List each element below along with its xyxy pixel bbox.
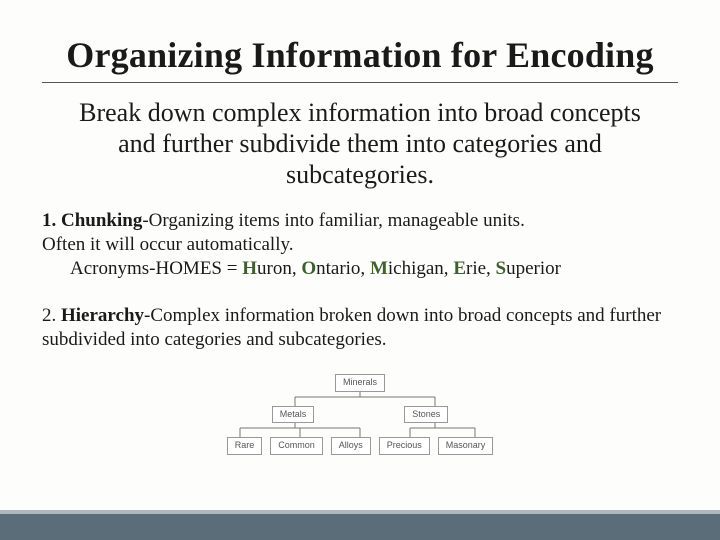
slide-title: Organizing Information for Encoding (42, 34, 678, 83)
diagram-leaf: Precious (379, 437, 430, 455)
diagram-root: Minerals (335, 374, 385, 392)
item-term: Chunking (61, 210, 142, 231)
diagram-leaf: Common (270, 437, 323, 455)
lake-superior: uperior (506, 258, 561, 279)
diagram-leaf: Masonary (438, 437, 494, 455)
item-term: Hierarchy (61, 305, 144, 326)
diagram-connector (210, 423, 510, 437)
lake-m: M (370, 258, 388, 279)
slide-body: 1. Chunking-Organizing items into famili… (42, 209, 678, 455)
item-number: 1. (42, 210, 56, 231)
item-def: -Organizing items into familiar, managea… (142, 210, 524, 231)
lake-o: O (301, 258, 316, 279)
lake-erie: rie, (466, 258, 496, 279)
diagram-leaf: Rare (227, 437, 263, 455)
diagram-connector (210, 392, 510, 406)
slide-subtitle: Break down complex information into broa… (66, 97, 654, 191)
acronym-label: Acronyms-HOMES = (70, 258, 242, 279)
slide: Organizing Information for Encoding Brea… (0, 0, 720, 540)
lake-s: S (496, 258, 507, 279)
item-hierarchy: 2. Hierarchy-Complex information broken … (42, 304, 678, 353)
acronym-line: Acronyms-HOMES = Huron, Ontario, Michiga… (70, 258, 561, 279)
lake-h: H (242, 258, 257, 279)
item-number: 2. (42, 305, 56, 326)
decorative-footer-band (0, 510, 720, 540)
item-chunking: 1. Chunking-Organizing items into famili… (42, 209, 678, 282)
item-line2: Often it will occur automatically. (42, 234, 294, 255)
lake-huron: uron, (257, 258, 301, 279)
diagram-mid: Stones (404, 406, 448, 424)
diagram-leaf: Alloys (331, 437, 371, 455)
lake-e: E (453, 258, 466, 279)
hierarchy-diagram: Minerals Metals Stones (210, 374, 510, 455)
lake-ontario: ntario, (316, 258, 370, 279)
lake-michigan: ichigan, (388, 258, 453, 279)
diagram-mid: Metals (272, 406, 315, 424)
